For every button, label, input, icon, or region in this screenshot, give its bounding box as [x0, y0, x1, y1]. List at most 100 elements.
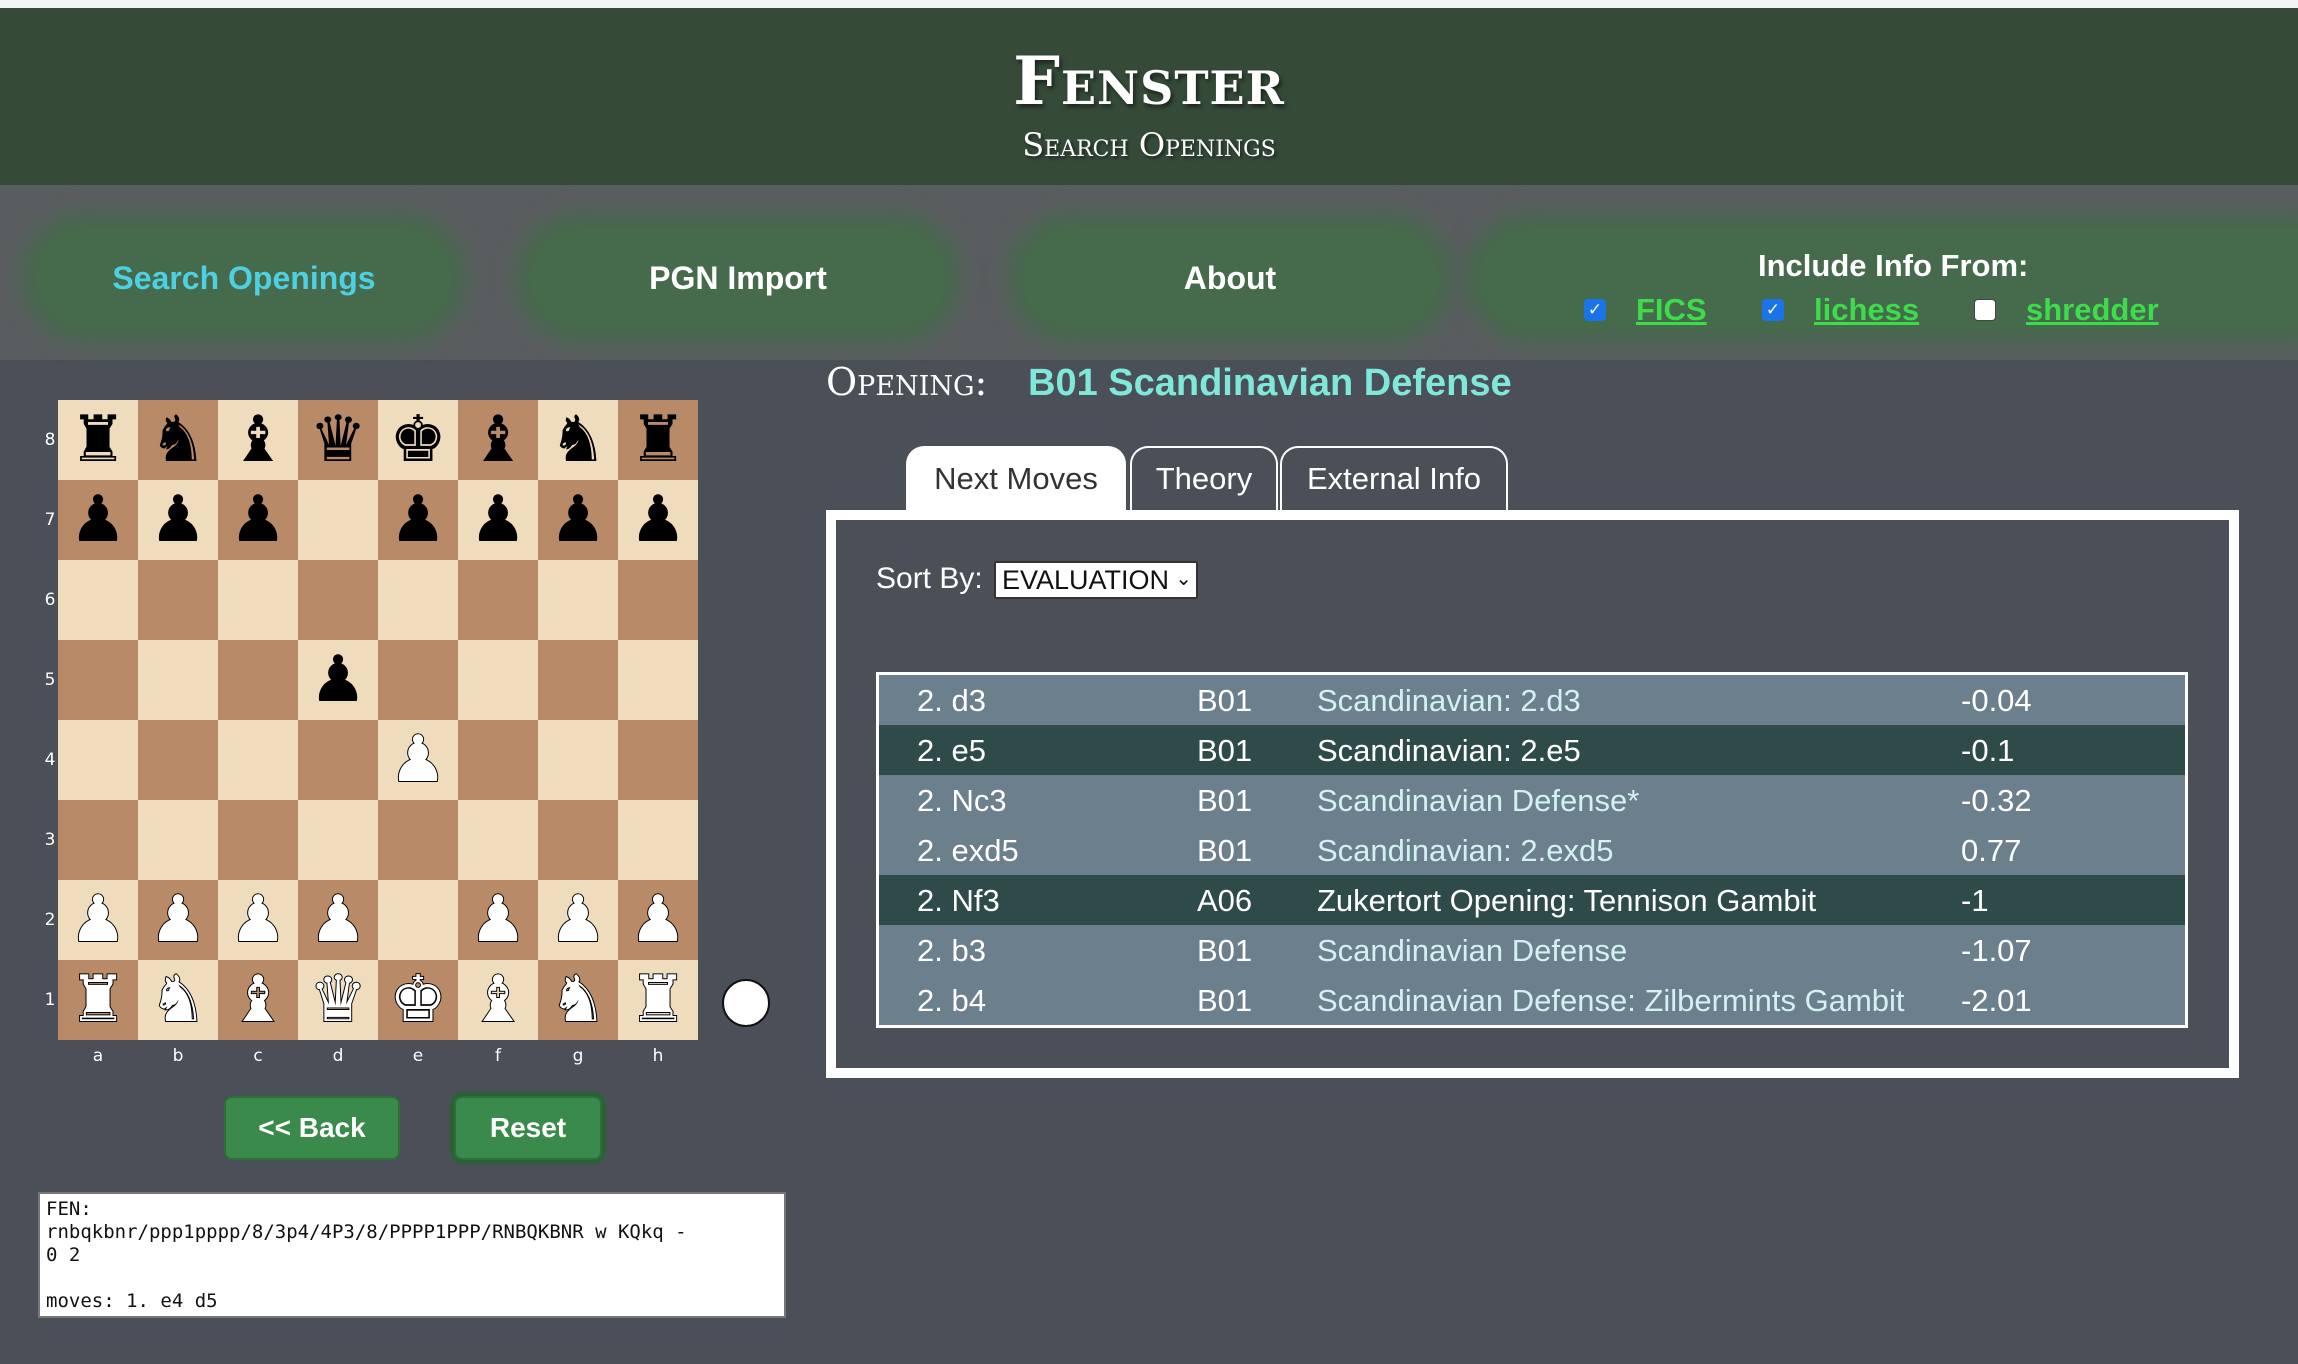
- table-row[interactable]: 2. exd5 B01 Scandinavian: 2.exd5 0.77: [879, 825, 2185, 875]
- square-g4[interactable]: [538, 720, 618, 800]
- square-c4[interactable]: [218, 720, 298, 800]
- white-queen-icon[interactable]: ♛: [308, 967, 367, 1033]
- square-c6[interactable]: [218, 560, 298, 640]
- square-b8[interactable]: ♞: [138, 400, 218, 480]
- square-h2[interactable]: ♟: [618, 880, 698, 960]
- white-pawn-icon[interactable]: ♟: [148, 887, 207, 953]
- move-cell[interactable]: 2. Nc3: [917, 783, 1007, 819]
- black-bishop-icon[interactable]: ♝: [229, 408, 286, 472]
- shredder-link[interactable]: shredder: [2026, 292, 2159, 328]
- square-h4[interactable]: [618, 720, 698, 800]
- white-knight-icon[interactable]: ♞: [148, 967, 207, 1033]
- white-pawn-icon[interactable]: ♟: [548, 887, 607, 953]
- square-d7[interactable]: [298, 480, 378, 560]
- black-pawn-icon[interactable]: ♟: [389, 488, 446, 552]
- white-rook-icon[interactable]: ♜: [68, 967, 127, 1033]
- square-b2[interactable]: ♟: [138, 880, 218, 960]
- nav-about[interactable]: About: [1022, 228, 1438, 328]
- fics-link[interactable]: FICS: [1636, 292, 1707, 328]
- square-a2[interactable]: ♟: [58, 880, 138, 960]
- white-bishop-icon[interactable]: ♝: [468, 967, 527, 1033]
- square-e3[interactable]: [378, 800, 458, 880]
- nav-search-openings[interactable]: Search Openings: [36, 228, 452, 328]
- square-f7[interactable]: ♟: [458, 480, 538, 560]
- table-row[interactable]: 2. e5 B01 Scandinavian: 2.e5 -0.1: [879, 725, 2185, 775]
- square-g2[interactable]: ♟: [538, 880, 618, 960]
- black-pawn-icon[interactable]: ♟: [309, 648, 366, 712]
- white-king-icon[interactable]: ♚: [388, 967, 447, 1033]
- white-knight-icon[interactable]: ♞: [548, 967, 607, 1033]
- move-cell[interactable]: 2. e5: [917, 733, 986, 769]
- black-pawn-icon[interactable]: ♟: [549, 488, 606, 552]
- square-c7[interactable]: ♟: [218, 480, 298, 560]
- square-e5[interactable]: [378, 640, 458, 720]
- black-pawn-icon[interactable]: ♟: [69, 488, 126, 552]
- square-f4[interactable]: [458, 720, 538, 800]
- white-pawn-icon[interactable]: ♟: [228, 887, 287, 953]
- square-e2[interactable]: [378, 880, 458, 960]
- black-rook-icon[interactable]: ♜: [629, 408, 686, 472]
- square-c5[interactable]: [218, 640, 298, 720]
- square-h6[interactable]: [618, 560, 698, 640]
- square-d5[interactable]: ♟: [298, 640, 378, 720]
- table-row[interactable]: 2. b4 B01 Scandinavian Defense: Zilbermint…: [879, 975, 2185, 1025]
- square-c3[interactable]: [218, 800, 298, 880]
- square-f3[interactable]: [458, 800, 538, 880]
- black-rook-icon[interactable]: ♜: [69, 408, 126, 472]
- square-g5[interactable]: [538, 640, 618, 720]
- square-a5[interactable]: [58, 640, 138, 720]
- move-cell[interactable]: 2. b4: [917, 983, 986, 1019]
- square-b4[interactable]: [138, 720, 218, 800]
- square-c2[interactable]: ♟: [218, 880, 298, 960]
- black-pawn-icon[interactable]: ♟: [469, 488, 526, 552]
- chessboard[interactable]: ♜ ♞ ♝ ♛ ♚ ♝ ♞ ♜ ♟ ♟ ♟ ♟ ♟ ♟ ♟ ♟ ♟ ♟ ♟ ♟ ♟ ♟ ♟ ♟ ♜ ♞ ♝ ♛ ♚ ♝ ♞ ♜: [58, 400, 698, 1040]
- square-g3[interactable]: [538, 800, 618, 880]
- square-a4[interactable]: [58, 720, 138, 800]
- black-pawn-icon[interactable]: ♟: [629, 488, 686, 552]
- move-cell[interactable]: 2. b3: [917, 933, 986, 969]
- square-g7[interactable]: ♟: [538, 480, 618, 560]
- move-cell[interactable]: 2. exd5: [917, 833, 1019, 869]
- move-cell[interactable]: 2. d3: [917, 683, 986, 719]
- tab-theory[interactable]: Theory: [1130, 446, 1278, 510]
- black-pawn-icon[interactable]: ♟: [229, 488, 286, 552]
- table-row[interactable]: 2. Nc3 B01 Scandinavian Defense* -0.32: [879, 775, 2185, 825]
- black-king-icon[interactable]: ♚: [389, 408, 446, 472]
- black-knight-icon[interactable]: ♞: [149, 408, 206, 472]
- nav-pgn-import[interactable]: PGN Import: [530, 228, 946, 328]
- square-f1[interactable]: ♝: [458, 960, 538, 1040]
- square-d8[interactable]: ♛: [298, 400, 378, 480]
- table-row[interactable]: 2. b3 B01 Scandinavian Defense -1.07: [879, 925, 2185, 975]
- lichess-link[interactable]: lichess: [1814, 292, 1919, 328]
- tab-next-moves[interactable]: Next Moves: [906, 446, 1126, 510]
- square-f8[interactable]: ♝: [458, 400, 538, 480]
- table-row[interactable]: 2. d3 B01 Scandinavian: 2.d3 -0.04: [879, 675, 2185, 725]
- square-b1[interactable]: ♞: [138, 960, 218, 1040]
- fics-checkbox[interactable]: ✓: [1584, 299, 1606, 321]
- square-h7[interactable]: ♟: [618, 480, 698, 560]
- square-b5[interactable]: [138, 640, 218, 720]
- square-d6[interactable]: [298, 560, 378, 640]
- square-e8[interactable]: ♚: [378, 400, 458, 480]
- square-b6[interactable]: [138, 560, 218, 640]
- square-e4[interactable]: ♟: [378, 720, 458, 800]
- square-d3[interactable]: [298, 800, 378, 880]
- square-g1[interactable]: ♞: [538, 960, 618, 1040]
- square-f2[interactable]: ♟: [458, 880, 538, 960]
- square-a1[interactable]: ♜: [58, 960, 138, 1040]
- table-row[interactable]: 2. Nf3 A06 Zukertort Opening: Tennison Gam…: [879, 875, 2185, 925]
- square-h1[interactable]: ♜: [618, 960, 698, 1040]
- white-rook-icon[interactable]: ♜: [628, 967, 687, 1033]
- white-pawn-icon[interactable]: ♟: [68, 887, 127, 953]
- square-h3[interactable]: [618, 800, 698, 880]
- white-bishop-icon[interactable]: ♝: [228, 967, 287, 1033]
- tab-external-info[interactable]: External Info: [1280, 446, 1508, 510]
- square-g8[interactable]: ♞: [538, 400, 618, 480]
- black-queen-icon[interactable]: ♛: [309, 408, 366, 472]
- fen-textarea[interactable]: FEN: rnbqkbnr/ppp1pppp/8/3p4/4P3/8/PPPP1…: [38, 1192, 786, 1318]
- shredder-checkbox[interactable]: [1974, 299, 1996, 321]
- square-f6[interactable]: [458, 560, 538, 640]
- square-b3[interactable]: [138, 800, 218, 880]
- square-f5[interactable]: [458, 640, 538, 720]
- square-d1[interactable]: ♛: [298, 960, 378, 1040]
